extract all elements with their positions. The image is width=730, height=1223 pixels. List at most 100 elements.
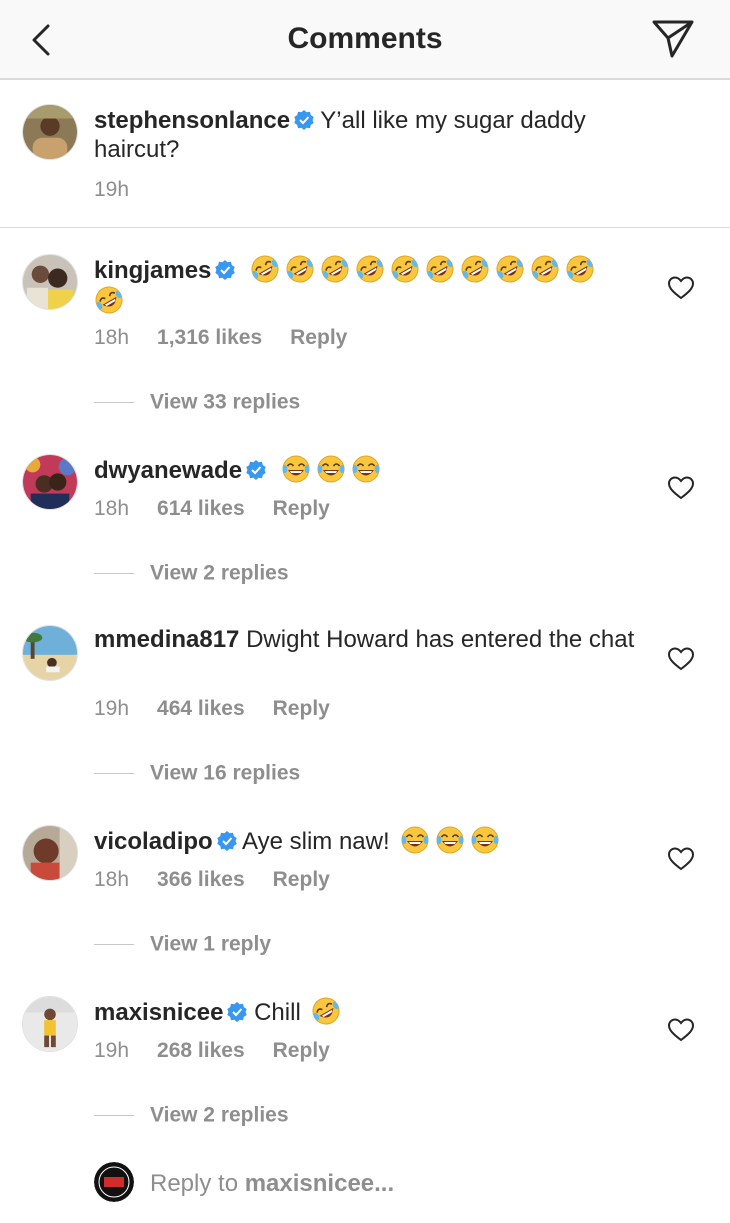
likes-count[interactable]: 614 likes: [157, 497, 245, 521]
reply-bar: Reply to maxisnicee...: [0, 1150, 730, 1223]
reply-input-prefix: Reply to: [150, 1170, 245, 1197]
timestamp: 18h: [94, 497, 130, 520]
likes-count[interactable]: 464 likes: [157, 697, 245, 721]
caption-username[interactable]: stephensonlance: [94, 107, 290, 134]
comment-meta: 19h 464 likes Reply: [94, 697, 358, 721]
reply-input-target: maxisnicee...: [244, 1170, 395, 1197]
emoji-row: [281, 455, 386, 484]
paper-plane-icon[interactable]: [650, 16, 696, 60]
verified-badge-icon: [246, 460, 266, 480]
caption-meta: 19h: [94, 178, 157, 202]
view-replies-label: View 33 replies: [150, 390, 301, 414]
tears-of-joy-icon: [282, 455, 310, 483]
divider: [94, 572, 134, 574]
divider: [94, 943, 134, 945]
tears-of-joy-icon: [352, 455, 380, 483]
view-replies-label: View 2 replies: [150, 561, 289, 585]
heart-icon[interactable]: [668, 476, 694, 500]
comment-username[interactable]: maxisnicee: [94, 999, 223, 1026]
verified-badge-icon: [216, 831, 237, 851]
comment-username[interactable]: vicoladipo: [94, 828, 213, 855]
comment-meta: 18h 366 likes Reply: [94, 868, 358, 892]
comment-username[interactable]: mmedina817: [94, 626, 239, 653]
comment-body: Dwight Howard has entered the chat: [246, 626, 635, 653]
rolling-on-floor-laughing-icon: [286, 255, 314, 283]
top-bar: Comments: [0, 0, 730, 80]
avatar[interactable]: [22, 454, 78, 510]
reply-button[interactable]: Reply: [273, 497, 330, 521]
comment-text: kingjames: [94, 254, 654, 316]
avatar[interactable]: [22, 625, 78, 681]
tears-of-joy-icon: [436, 826, 464, 854]
rolling-on-floor-laughing-icon: [461, 255, 489, 283]
caption-text: stephensonlance Y’all like my sugar dadd…: [94, 106, 654, 164]
reply-input[interactable]: Reply to maxisnicee...: [150, 1170, 394, 1198]
reply-button[interactable]: Reply: [290, 326, 347, 350]
divider: [94, 401, 134, 403]
comment-body: Chill: [254, 999, 301, 1026]
comment-meta: 19h 268 likes Reply: [94, 1039, 358, 1063]
comment-username[interactable]: kingjames: [94, 257, 211, 284]
reply-button[interactable]: Reply: [273, 697, 330, 721]
rolling-on-floor-laughing-icon: [391, 255, 419, 283]
avatar[interactable]: [22, 825, 78, 881]
emoji-row: [250, 255, 600, 284]
comment-text: maxisnicee Chill: [94, 996, 654, 1027]
heart-icon[interactable]: [668, 1018, 694, 1042]
page-title: Comments: [287, 22, 443, 55]
timestamp: 19h: [94, 178, 130, 201]
emoji-row: [311, 997, 346, 1026]
likes-count[interactable]: 1,316 likes: [157, 326, 262, 350]
view-replies-label: View 1 reply: [150, 932, 272, 956]
rolling-on-floor-laughing-icon: [251, 255, 279, 283]
verified-badge-icon: [227, 1002, 248, 1022]
avatar[interactable]: [22, 104, 78, 160]
divider: [94, 1114, 134, 1116]
avatar[interactable]: [22, 996, 78, 1052]
rolling-on-floor-laughing-icon: [496, 255, 524, 283]
avatar: [94, 1162, 134, 1202]
tears-of-joy-icon: [317, 455, 345, 483]
view-replies-button[interactable]: View 16 replies: [94, 761, 300, 785]
comment-meta: 18h 614 likes Reply: [94, 497, 358, 521]
comment-meta: 18h 1,316 likes Reply: [94, 326, 375, 350]
emoji-row: [400, 826, 505, 855]
rolling-on-floor-laughing-icon: [426, 255, 454, 283]
timestamp: 18h: [94, 326, 130, 349]
heart-icon[interactable]: [668, 276, 694, 300]
view-replies-button[interactable]: View 2 replies: [94, 1103, 289, 1127]
view-replies-button[interactable]: View 1 reply: [94, 932, 271, 956]
likes-count[interactable]: 268 likes: [157, 1039, 245, 1063]
rolling-on-floor-laughing-icon: [95, 286, 123, 314]
view-replies-label: View 16 replies: [150, 761, 301, 785]
emoji-row: [94, 286, 129, 315]
timestamp: 19h: [94, 1039, 130, 1062]
avatar[interactable]: [22, 254, 78, 310]
timestamp: 19h: [94, 697, 130, 720]
heart-icon[interactable]: [668, 847, 694, 871]
comment-text: mmedina817 Dwight Howard has entered the…: [94, 625, 654, 654]
view-replies-button[interactable]: View 2 replies: [94, 561, 289, 585]
divider: [94, 772, 134, 774]
post-caption: stephensonlance Y’all like my sugar dadd…: [0, 80, 730, 228]
heart-icon[interactable]: [668, 647, 694, 671]
rolling-on-floor-laughing-icon: [356, 255, 384, 283]
comment-text: vicoladipo Aye slim naw!: [94, 825, 654, 856]
rolling-on-floor-laughing-icon: [531, 255, 559, 283]
verified-badge-icon: [294, 110, 314, 130]
reply-button[interactable]: Reply: [273, 1039, 330, 1063]
tears-of-joy-icon: [471, 826, 499, 854]
rolling-on-floor-laughing-icon: [312, 997, 340, 1025]
likes-count[interactable]: 366 likes: [157, 868, 245, 892]
rolling-on-floor-laughing-icon: [321, 255, 349, 283]
rolling-on-floor-laughing-icon: [566, 255, 594, 283]
view-replies-button[interactable]: View 33 replies: [94, 390, 300, 414]
reply-button[interactable]: Reply: [273, 868, 330, 892]
comment-text: dwyanewade: [94, 454, 654, 485]
view-replies-label: View 2 replies: [150, 1103, 289, 1127]
timestamp: 18h: [94, 868, 130, 891]
comment-username[interactable]: dwyanewade: [94, 457, 242, 484]
comment-body: Aye slim naw!: [242, 828, 390, 855]
tears-of-joy-icon: [401, 826, 429, 854]
verified-badge-icon: [215, 260, 236, 280]
